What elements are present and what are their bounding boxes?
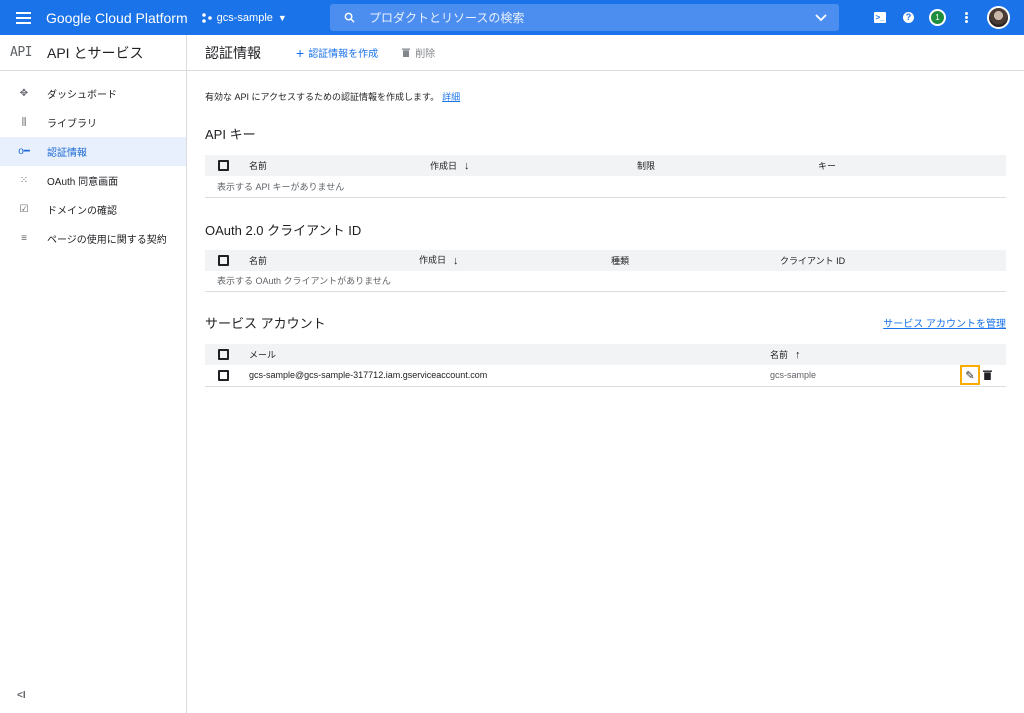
column-header-name[interactable]: 名前 ↑ — [770, 344, 954, 365]
sidebar-item-label: ドメインの確認 — [47, 206, 117, 217]
service-account-name: gcs-sample — [770, 365, 954, 387]
chevron-down-icon: ▼ — [277, 12, 287, 23]
search-placeholder: プロダクトとリソースの検索 — [369, 11, 525, 25]
service-account-email[interactable]: gcs-sample@gcs-sample-317712.iam.gservic… — [249, 365, 770, 387]
intro-text: 有効な API にアクセスするための認証情報を作成します。 詳細 — [205, 90, 1006, 103]
more-options-button[interactable] — [952, 0, 981, 35]
agreement-icon: ≡ — [21, 232, 27, 244]
sidebar-item-page-usage-agreements[interactable]: ≡ ページの使用に関する契約 — [0, 224, 186, 253]
search-icon — [344, 12, 355, 23]
select-all-checkbox[interactable] — [218, 160, 229, 172]
service-accounts-table: メール 名前 ↑ gcs-sample@gcs-sample-317712.iam… — [205, 344, 1006, 387]
sidebar-item-label: OAuth 同意画面 — [47, 177, 119, 188]
brand-title[interactable]: Google Cloud Platform — [46, 10, 188, 26]
api-keys-table: 名前 作成日 ↓ 制限 キー 表示する API キーがありません — [205, 155, 1006, 198]
trash-icon[interactable] — [983, 370, 992, 381]
cloud-shell-button[interactable]: >_ — [865, 0, 894, 35]
arrow-up-icon[interactable]: ↑ — [795, 349, 801, 361]
empty-message: 表示する OAuth クライアントがありません — [205, 270, 1006, 292]
column-header-type[interactable]: 種類 — [611, 250, 780, 271]
consent-icon: ⁙ — [19, 174, 29, 186]
sidebar-item-credentials[interactable]: o━ 認証情報 — [0, 137, 186, 166]
domain-check-icon: ☑ — [19, 203, 29, 215]
arrow-down-icon[interactable]: ↓ — [453, 255, 459, 267]
main-content: 認証情報 + 認証情報を作成 削除 有効な API にアクセスするための認証情報… — [187, 35, 1024, 713]
create-credentials-button[interactable]: + 認証情報を作成 — [296, 44, 379, 61]
sidebar-item-label: ライブラリ — [47, 119, 97, 130]
oauth-table: 名前 作成日 ↓ 種類 クライアント ID 表示する OAuth クライアントがあ… — [205, 249, 1006, 292]
sidebar-item-label: 認証情報 — [47, 148, 87, 159]
sidebar-item-label: ダッシュボード — [47, 90, 117, 101]
project-selector[interactable]: gcs-sample ▼ — [201, 11, 287, 24]
api-keys-title: API キー — [205, 127, 256, 142]
avatar[interactable] — [987, 6, 1010, 29]
service-accounts-title: サービス アカウント — [205, 316, 326, 331]
oauth-title: OAuth 2.0 クライアント ID — [205, 222, 362, 238]
notifications-button[interactable]: 1 — [923, 0, 952, 35]
trash-icon — [402, 48, 411, 57]
library-icon: ⫼ — [21, 116, 27, 128]
project-name: gcs-sample — [216, 11, 273, 24]
column-header-client-id[interactable]: クライアント ID — [780, 250, 1006, 271]
main-menu-button[interactable] — [0, 0, 46, 35]
column-header-key[interactable]: キー — [818, 155, 1006, 176]
delete-label: 削除 — [415, 49, 436, 60]
intro-description: 有効な API にアクセスするための認証情報を作成します。 — [205, 92, 440, 102]
column-header-created[interactable]: 作成日 ↓ — [419, 250, 611, 271]
sidebar: API API とサービス ✥ ダッシュボード ⫼ ライブラリ o━ 認証情報 … — [0, 35, 187, 713]
search-input[interactable]: プロダクトとリソースの検索 — [330, 4, 839, 31]
kebab-icon — [965, 16, 968, 19]
column-label: 作成日 — [419, 255, 447, 266]
column-header-restrictions[interactable]: 制限 — [637, 155, 818, 176]
select-all-checkbox[interactable] — [218, 254, 229, 266]
notification-badge: 1 — [931, 11, 944, 24]
sidebar-item-oauth-consent[interactable]: ⁙ OAuth 同意画面 — [0, 166, 186, 195]
sidebar-item-library[interactable]: ⫼ ライブラリ — [0, 108, 186, 137]
project-icon — [201, 12, 212, 23]
column-header-email[interactable]: メール — [249, 344, 770, 365]
page-title: 認証情報 — [205, 44, 261, 61]
terminal-icon: >_ — [873, 12, 886, 23]
help-button[interactable]: ? — [894, 0, 923, 35]
expand-search-icon[interactable] — [815, 13, 827, 22]
row-checkbox[interactable] — [218, 369, 229, 381]
key-icon: o━ — [18, 145, 30, 157]
column-header-name[interactable]: 名前 — [249, 250, 419, 271]
pencil-icon: ✎ — [965, 369, 975, 382]
create-credentials-label: 認証情報を作成 — [308, 49, 379, 60]
empty-message: 表示する API キーがありません — [205, 176, 1006, 198]
edit-button[interactable]: ✎ — [960, 365, 980, 386]
top-bar: Google Cloud Platform gcs-sample ▼ プロダクト… — [0, 0, 1024, 35]
table-row[interactable]: gcs-sample@gcs-sample-317712.iam.gservic… — [205, 365, 1006, 387]
manage-service-accounts-link[interactable]: サービス アカウントを管理 — [883, 315, 1006, 330]
sidebar-item-label: ページの使用に関する契約 — [47, 235, 167, 246]
sidebar-item-domain-verification[interactable]: ☑ ドメインの確認 — [0, 195, 186, 224]
dashboard-icon: ✥ — [19, 87, 29, 99]
arrow-down-icon[interactable]: ↓ — [464, 160, 470, 172]
sidebar-title: API とサービス — [47, 44, 144, 61]
column-label: 名前 — [770, 349, 789, 360]
hamburger-icon — [15, 16, 31, 19]
learn-more-link[interactable]: 詳細 — [442, 92, 460, 102]
column-label: 作成日 — [430, 160, 458, 171]
plus-icon: + — [296, 44, 305, 61]
sidebar-item-dashboard[interactable]: ✥ ダッシュボード — [0, 79, 186, 108]
collapse-sidebar-icon[interactable]: <I — [17, 690, 26, 701]
column-header-created[interactable]: 作成日 ↓ — [430, 155, 637, 176]
api-logo-icon: API — [10, 45, 32, 60]
help-icon: ? — [903, 12, 914, 23]
select-all-checkbox[interactable] — [218, 349, 229, 361]
delete-button[interactable]: 削除 — [402, 45, 435, 60]
column-header-name[interactable]: 名前 — [249, 155, 430, 176]
